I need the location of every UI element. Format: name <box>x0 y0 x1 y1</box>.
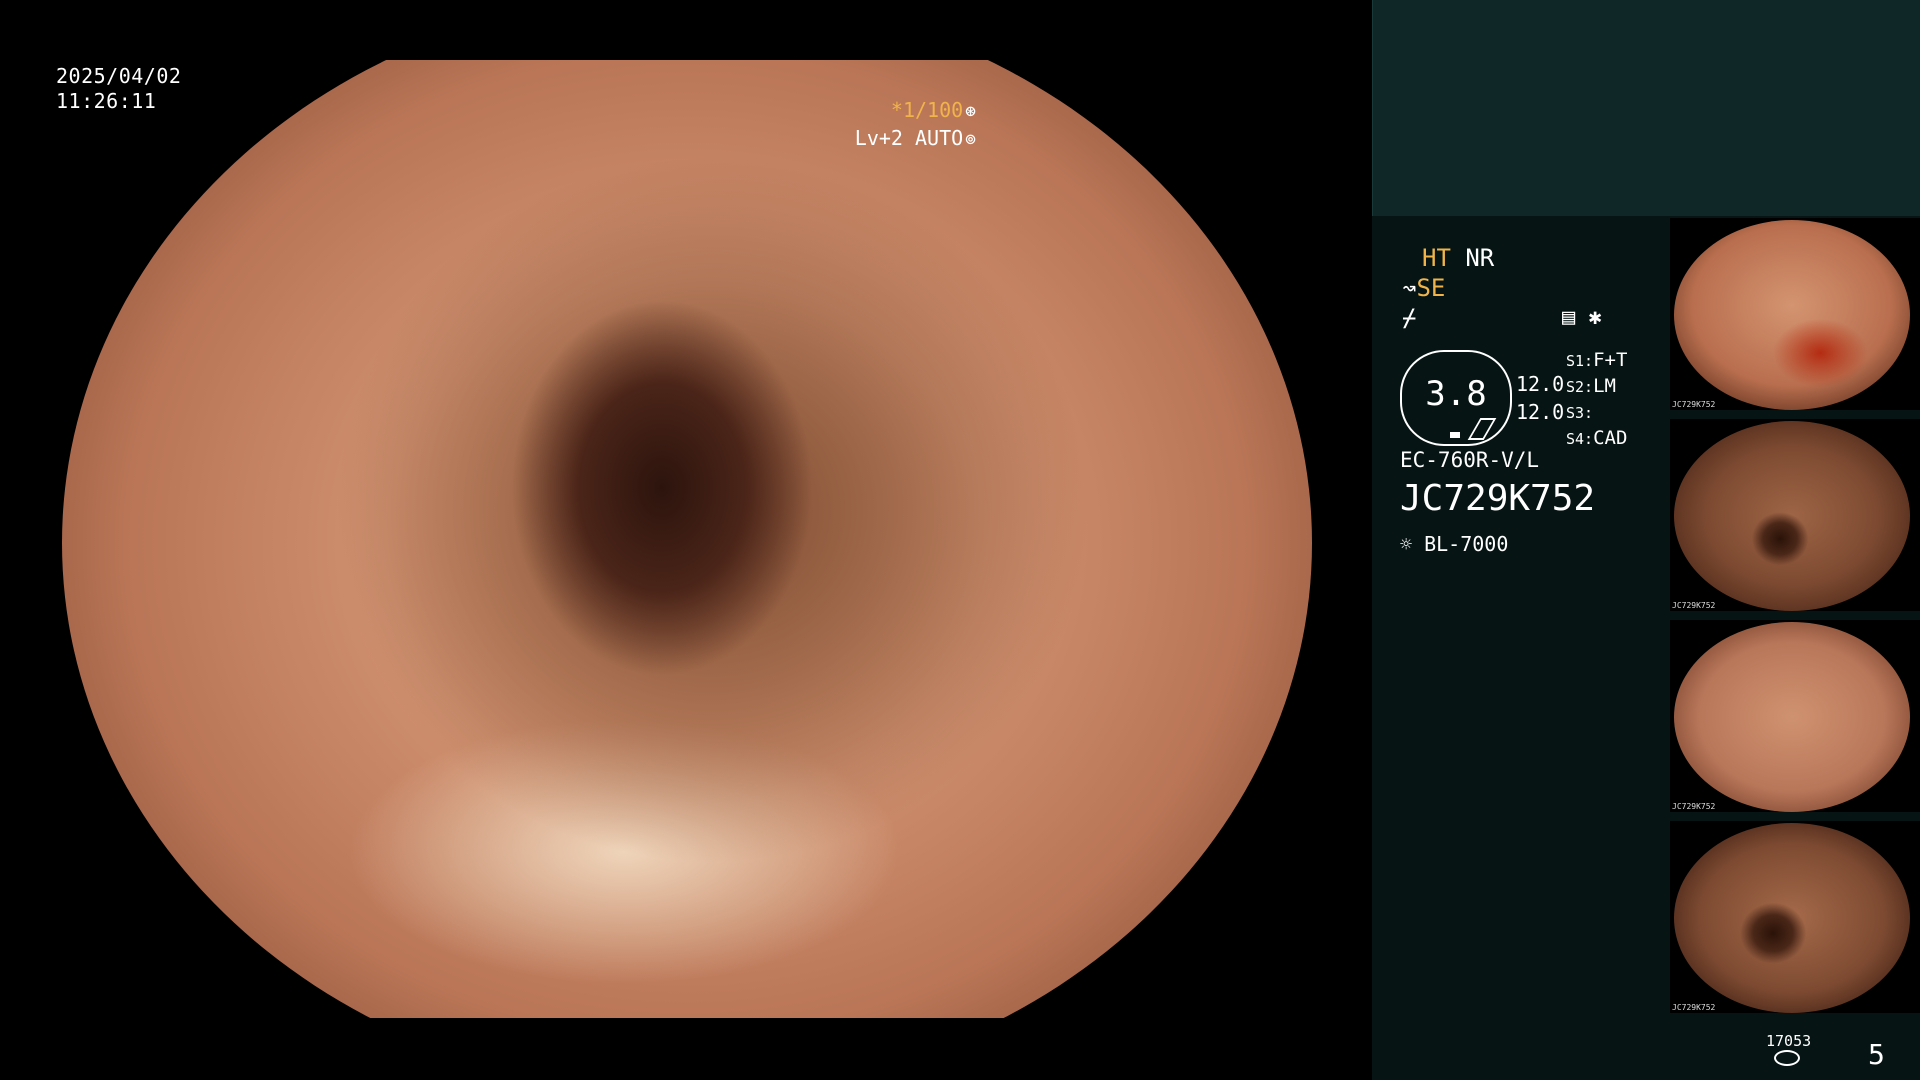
date-text: 2025/04/02 <box>56 64 182 88</box>
setting-s1: S1:F+T <box>1566 349 1628 371</box>
value-1: 12.0 <box>1516 372 1565 396</box>
thumbnail-label: JC729K752 <box>1672 400 1716 409</box>
setting-s2: S2:LM <box>1566 375 1616 397</box>
time-text: 11:26:11 <box>56 89 157 113</box>
timestamp: 2025/04/02 11:26:11 <box>56 64 181 114</box>
light-source: ☼ BL-7000 <box>1400 532 1508 556</box>
shutter-text: *1/100 <box>890 98 964 122</box>
thumbnail-3[interactable]: JC729K752 <box>1670 620 1920 812</box>
aperture-icon: ⊛ <box>965 101 976 122</box>
zoom-value: 3.8 <box>1425 374 1487 414</box>
light-icon: ☼ <box>1400 532 1413 556</box>
mode-nr: NR <box>1465 244 1495 272</box>
scope-model: EC-760R-V/L <box>1400 448 1540 472</box>
thumbnail-label: JC729K752 <box>1672 601 1716 610</box>
switch-settings: S1:F+T S2:LM S3: S4:CAD <box>1566 348 1627 452</box>
setting-s3: S3: <box>1566 404 1594 422</box>
status-icons: ▤ ✱ <box>1562 305 1602 330</box>
scope-tip-icon: ↝ <box>1402 274 1417 302</box>
thumbnail-list: JC729K752 JC729K752 JC729K752 JC729K752 <box>1670 218 1920 1022</box>
zoom-slant-icon <box>1467 418 1497 440</box>
endoscope-image <box>62 0 1312 1080</box>
panel-header-area <box>1372 0 1920 216</box>
thumbnail-1[interactable]: JC729K752 <box>1670 218 1920 410</box>
image-count: 17053 <box>1766 1032 1812 1050</box>
mode-ht: HT <box>1422 244 1451 272</box>
mode-row-3: ⌿ <box>1402 304 1416 332</box>
thumbnail-2[interactable]: JC729K752 <box>1670 419 1920 611</box>
zoom-indicator: 3.8 <box>1400 350 1512 446</box>
filter-icon: ⌿ <box>1402 304 1417 332</box>
thumbnail-image <box>1674 220 1910 410</box>
value-2: 12.0 <box>1516 400 1565 424</box>
light-source-text: BL-7000 <box>1424 532 1509 556</box>
memory-icon: ▤ <box>1562 305 1576 330</box>
thumbnail-label: JC729K752 <box>1672 802 1716 811</box>
thumbnail-image <box>1674 823 1910 1013</box>
page-number: 5 <box>1868 1038 1885 1071</box>
mode-row-2: ↝SE <box>1402 274 1445 302</box>
shutter-indicator: *1/100 ⊛ <box>891 98 976 122</box>
thumbnail-label: JC729K752 <box>1672 1003 1716 1012</box>
asterisk-icon: ✱ <box>1588 305 1602 330</box>
thumbnail-4[interactable]: JC729K752 <box>1670 821 1920 1013</box>
view-mask-bottom <box>0 1018 1372 1080</box>
thumbnail-image <box>1674 421 1910 611</box>
mode-se: SE <box>1416 274 1446 302</box>
endoscope-view: 2025/04/02 11:26:11 *1/100 ⊛ Lv+2 AUTO ⊚ <box>0 0 1372 1080</box>
level-indicator: Lv+2 AUTO ⊚ <box>855 126 976 150</box>
zoom-bar-icon <box>1450 432 1460 438</box>
scope-serial: JC729K752 <box>1400 478 1596 519</box>
setting-s4: S4:CAD <box>1566 427 1628 449</box>
thumbnail-image <box>1674 622 1910 812</box>
iris-icon: ⊚ <box>965 129 976 150</box>
mode-row-1: HT NR <box>1422 244 1494 272</box>
level-text: Lv+2 AUTO <box>854 126 964 150</box>
storage-icon <box>1774 1050 1800 1066</box>
view-mask-top <box>0 0 1372 60</box>
